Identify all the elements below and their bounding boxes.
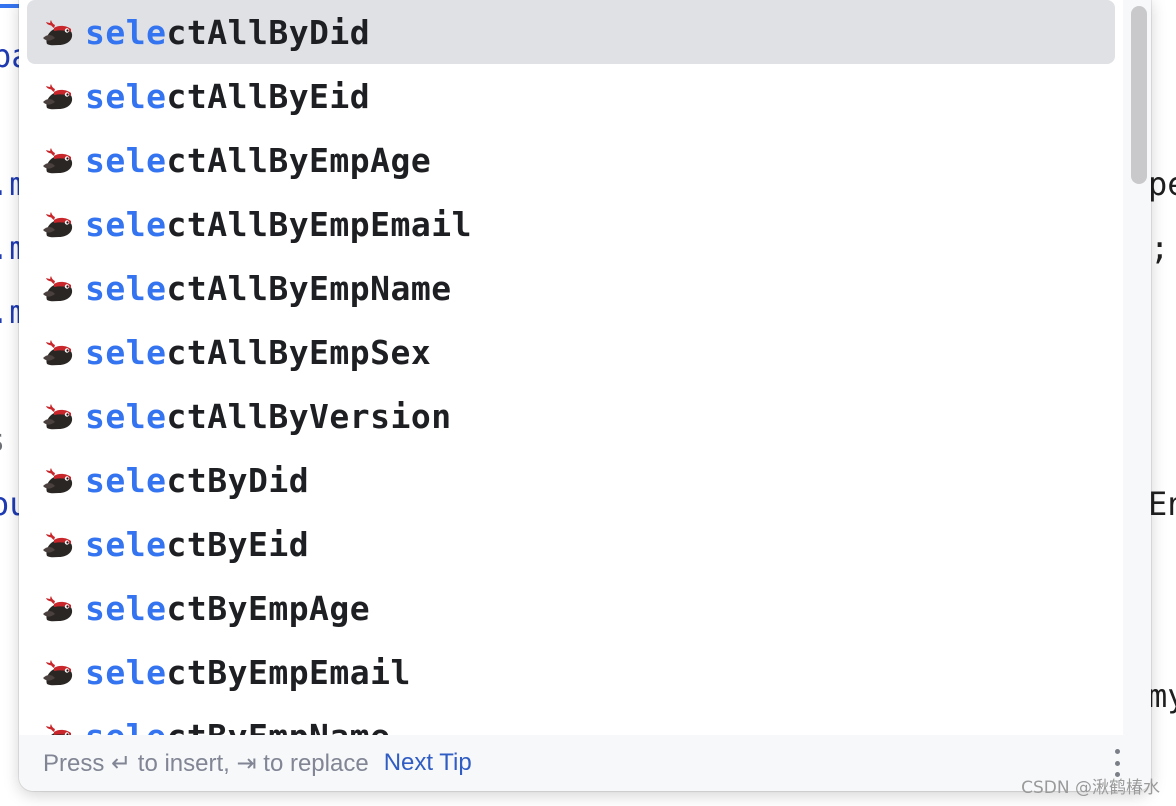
matched-prefix: sele <box>85 332 167 372</box>
completion-remainder: ctAllByVersion <box>166 396 452 436</box>
mybatis-mapper-method-icon <box>41 400 75 432</box>
completion-list: selectAllByDid selectAllByEid selectAllB… <box>19 0 1123 736</box>
mybatis-mapper-method-icon <box>41 528 75 560</box>
completion-item[interactable]: selectAllByEmpEmail <box>27 192 1115 256</box>
editor-code-fragment: ; <box>1150 229 1170 267</box>
completion-item-label: selectByEmpEmail <box>85 653 411 692</box>
completion-item-label: selectByEmpAge <box>85 589 370 628</box>
completion-item[interactable]: selectAllByEmpName <box>27 256 1115 320</box>
mybatis-mapper-method-icon <box>41 16 75 48</box>
matched-prefix: sele <box>85 204 167 244</box>
completion-item[interactable]: selectAllByEmpAge <box>27 128 1115 192</box>
next-tip-link[interactable]: Next Tip <box>384 749 472 777</box>
mybatis-mapper-method-icon <box>41 144 75 176</box>
completion-remainder: ctByDid <box>166 460 310 500</box>
matched-prefix: sele <box>85 140 167 180</box>
mybatis-mapper-method-icon <box>41 720 75 736</box>
completion-item[interactable]: selectAllByEmpSex <box>27 320 1115 384</box>
completion-item-label: selectByDid <box>85 461 309 500</box>
completion-footer: Press ↵ to insert, ⇥ to replace Next Tip <box>19 735 1151 791</box>
completion-remainder: ctAllByEmpName <box>166 268 452 308</box>
completion-item[interactable]: selectByDid <box>27 448 1115 512</box>
mybatis-mapper-method-icon <box>41 272 75 304</box>
mybatis-mapper-method-icon <box>41 208 75 240</box>
matched-prefix: sele <box>85 396 167 436</box>
completion-item[interactable]: selectAllByEid <box>27 64 1115 128</box>
matched-prefix: sele <box>85 268 167 308</box>
completion-remainder: ctByEmpEmail <box>166 652 411 692</box>
completion-item[interactable]: selectByEmpName <box>27 704 1115 736</box>
completion-remainder: ctAllByEid <box>166 76 371 116</box>
completion-item-label: selectAllByEmpName <box>85 269 452 308</box>
completion-item[interactable]: selectByEmpAge <box>27 576 1115 640</box>
matched-prefix: sele <box>85 524 167 564</box>
completion-item-label: selectAllByEmpAge <box>85 141 431 180</box>
insert-replace-hint: Press ↵ to insert, ⇥ to replace <box>43 749 369 777</box>
watermark: CSDN @湫鹤椿水 <box>1021 778 1160 798</box>
completion-remainder: ctAllByEmpEmail <box>166 204 472 244</box>
completion-item-label: selectByEid <box>85 525 309 564</box>
mybatis-mapper-method-icon <box>41 592 75 624</box>
completion-remainder: ctByEid <box>166 524 310 564</box>
completion-item-label: selectAllByEmpEmail <box>85 205 472 244</box>
matched-prefix: sele <box>85 76 167 116</box>
completion-scrollbar[interactable] <box>1123 0 1151 736</box>
mybatis-mapper-method-icon <box>41 336 75 368</box>
editor-tab-indicator <box>0 4 20 8</box>
completion-item-label: selectAllByDid <box>85 13 370 52</box>
completion-item[interactable]: selectByEid <box>27 512 1115 576</box>
matched-prefix: sele <box>85 588 167 628</box>
editor-code-fragment: pe <box>1148 165 1176 203</box>
completion-remainder: ctByEmpName <box>166 716 391 737</box>
matched-prefix: sele <box>85 652 167 692</box>
completion-item-label: selectByEmpName <box>85 717 391 737</box>
completion-item-label: selectAllByEmpSex <box>85 333 431 372</box>
mybatis-mapper-method-icon <box>41 80 75 112</box>
matched-prefix: sele <box>85 716 167 737</box>
completion-remainder: ctAllByEmpSex <box>166 332 432 372</box>
matched-prefix: sele <box>85 460 167 500</box>
completion-remainder: ctByEmpAge <box>166 588 371 628</box>
completion-item-label: selectAllByVersion <box>85 397 452 436</box>
completion-item-label: selectAllByEid <box>85 77 370 116</box>
editor-code-fragment: En <box>1148 485 1176 523</box>
completion-item[interactable]: selectAllByVersion <box>27 384 1115 448</box>
completion-item[interactable]: selectAllByDid <box>27 0 1115 64</box>
completion-remainder: ctAllByEmpAge <box>166 140 432 180</box>
mybatis-mapper-method-icon <box>41 656 75 688</box>
matched-prefix: sele <box>85 12 167 52</box>
editor-code-fragment: my <box>1148 677 1176 715</box>
code-completion-popup: selectAllByDid selectAllByEid selectAllB… <box>19 0 1151 791</box>
completion-item[interactable]: selectByEmpEmail <box>27 640 1115 704</box>
completion-remainder: ctAllByDid <box>166 12 371 52</box>
mybatis-mapper-method-icon <box>41 464 75 496</box>
scrollbar-thumb[interactable] <box>1131 6 1147 184</box>
